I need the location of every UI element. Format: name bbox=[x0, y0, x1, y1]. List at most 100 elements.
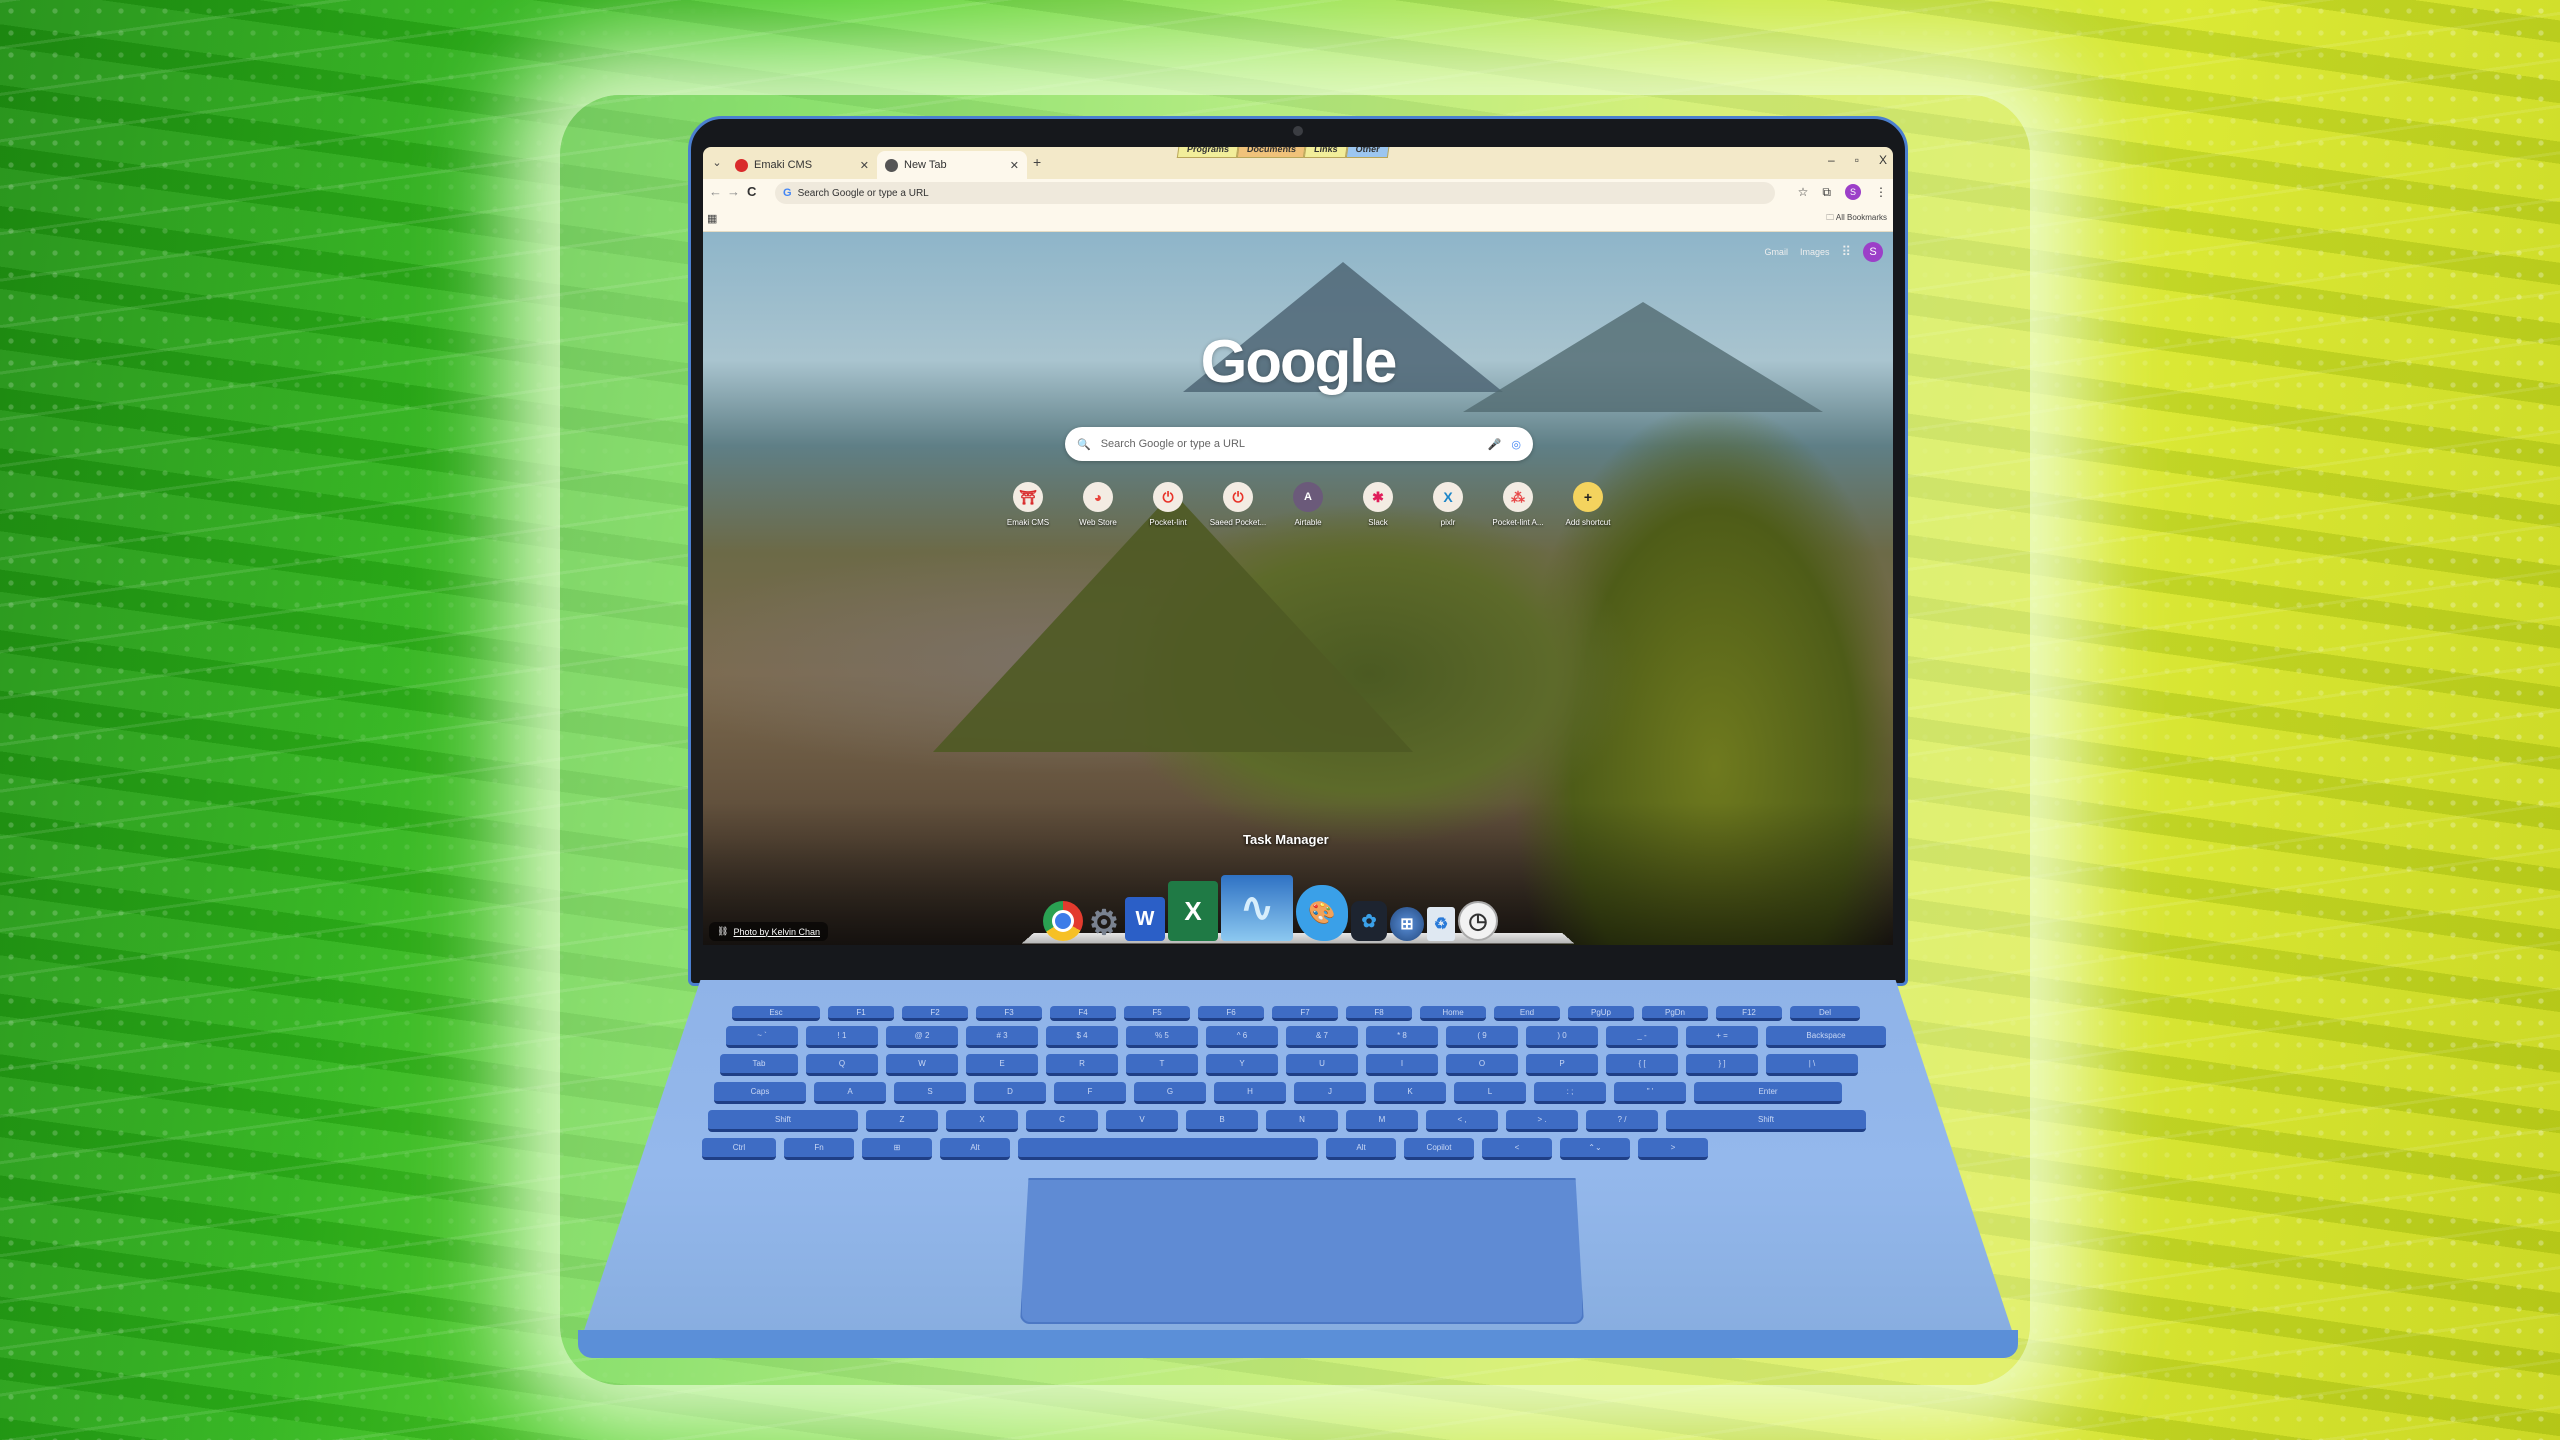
key[interactable]: Alt bbox=[940, 1138, 1010, 1160]
key[interactable]: PgDn bbox=[1642, 1006, 1708, 1021]
dock-clock-icon[interactable]: ◷ bbox=[1458, 901, 1498, 941]
key[interactable]: ⊞ bbox=[862, 1138, 932, 1160]
folder-tab-documents[interactable]: Documents bbox=[1236, 147, 1307, 158]
key[interactable] bbox=[1018, 1138, 1318, 1160]
dock-windows-icon[interactable]: ⊞ bbox=[1390, 907, 1424, 941]
shortcut-airtable[interactable]: A Airtable bbox=[1273, 482, 1343, 527]
close-tab-icon[interactable]: ✕ bbox=[860, 159, 869, 172]
key[interactable]: Z bbox=[866, 1110, 938, 1132]
gmail-link[interactable]: Gmail bbox=[1764, 247, 1788, 257]
account-avatar[interactable]: S bbox=[1863, 242, 1883, 262]
key[interactable]: Home bbox=[1420, 1006, 1486, 1021]
key[interactable]: Enter bbox=[1694, 1082, 1842, 1104]
profile-avatar[interactable]: S bbox=[1845, 184, 1861, 200]
shortcut-saeed-pocket[interactable]: ⏻ Saeed Pocket... bbox=[1203, 482, 1273, 527]
dock-paint-icon[interactable]: 🎨 bbox=[1296, 885, 1348, 941]
dock-chrome-icon[interactable] bbox=[1043, 901, 1083, 941]
key[interactable]: $ 4 bbox=[1046, 1026, 1118, 1048]
key[interactable]: E bbox=[966, 1054, 1038, 1076]
folder-tab-links[interactable]: Links bbox=[1303, 147, 1348, 158]
shortcut-web-store[interactable]: ◕ Web Store bbox=[1063, 482, 1133, 527]
dock-photo-editor-icon[interactable]: ✿ bbox=[1351, 901, 1387, 941]
back-button[interactable]: ← bbox=[709, 184, 722, 199]
tab-search-chevron-icon[interactable]: ⌄ bbox=[709, 155, 725, 171]
touchpad[interactable] bbox=[1020, 1178, 1584, 1324]
key[interactable]: < , bbox=[1426, 1110, 1498, 1132]
key[interactable]: Del bbox=[1790, 1006, 1860, 1021]
key[interactable]: S bbox=[894, 1082, 966, 1104]
key[interactable]: I bbox=[1366, 1054, 1438, 1076]
key[interactable]: N bbox=[1266, 1110, 1338, 1132]
key[interactable]: F7 bbox=[1272, 1006, 1338, 1021]
key[interactable]: ~ ` bbox=[726, 1026, 798, 1048]
key[interactable]: U bbox=[1286, 1054, 1358, 1076]
key[interactable]: G bbox=[1134, 1082, 1206, 1104]
key[interactable]: F5 bbox=[1124, 1006, 1190, 1021]
key[interactable]: V bbox=[1106, 1110, 1178, 1132]
minimize-button[interactable]: – bbox=[1828, 153, 1835, 167]
google-apps-icon[interactable]: ⠿ bbox=[1841, 244, 1851, 260]
reload-button[interactable]: C bbox=[747, 184, 756, 199]
key[interactable]: X bbox=[946, 1110, 1018, 1132]
close-tab-icon[interactable]: ✕ bbox=[1010, 159, 1019, 172]
shortcut-pocket-lint-a[interactable]: ⁂ Pocket-lint A... bbox=[1483, 482, 1553, 527]
address-bar[interactable]: G Search Google or type a URL bbox=[775, 182, 1775, 204]
key[interactable]: Q bbox=[806, 1054, 878, 1076]
key[interactable]: ⌃⌄ bbox=[1560, 1138, 1630, 1160]
folder-tab-other[interactable]: Other bbox=[1345, 147, 1390, 158]
key[interactable]: O bbox=[1446, 1054, 1518, 1076]
key[interactable]: Esc bbox=[732, 1006, 820, 1021]
key[interactable]: H bbox=[1214, 1082, 1286, 1104]
key[interactable]: ? / bbox=[1586, 1110, 1658, 1132]
key[interactable]: F1 bbox=[828, 1006, 894, 1021]
tab-new-tab[interactable]: New Tab ✕ bbox=[877, 151, 1027, 179]
extensions-icon[interactable]: ⧉ bbox=[1822, 185, 1831, 200]
key[interactable]: | \ bbox=[1766, 1054, 1858, 1076]
menu-icon[interactable]: ⋮ bbox=[1875, 185, 1887, 199]
key[interactable]: Copilot bbox=[1404, 1138, 1474, 1160]
key[interactable]: Y bbox=[1206, 1054, 1278, 1076]
key[interactable]: F4 bbox=[1050, 1006, 1116, 1021]
restore-button[interactable]: ▫ bbox=[1855, 153, 1859, 167]
add-shortcut-button[interactable]: + Add shortcut bbox=[1553, 482, 1623, 527]
voice-search-icon[interactable]: 🎤 bbox=[1488, 438, 1502, 451]
key[interactable]: ! 1 bbox=[806, 1026, 878, 1048]
key[interactable]: F6 bbox=[1198, 1006, 1264, 1021]
key[interactable]: C bbox=[1026, 1110, 1098, 1132]
tab-emaki-cms[interactable]: Emaki CMS ✕ bbox=[727, 151, 877, 179]
shortcut-pixlr[interactable]: X pixlr bbox=[1413, 482, 1483, 527]
key[interactable]: F12 bbox=[1716, 1006, 1782, 1021]
key[interactable]: K bbox=[1374, 1082, 1446, 1104]
key[interactable]: Backspace bbox=[1766, 1026, 1886, 1048]
images-link[interactable]: Images bbox=[1800, 247, 1830, 257]
key[interactable]: Fn bbox=[784, 1138, 854, 1160]
key[interactable]: F8 bbox=[1346, 1006, 1412, 1021]
key[interactable]: M bbox=[1346, 1110, 1418, 1132]
dock-word-icon[interactable]: W bbox=[1125, 897, 1165, 941]
key[interactable]: R bbox=[1046, 1054, 1118, 1076]
close-window-button[interactable]: X bbox=[1879, 153, 1887, 167]
key[interactable]: } ] bbox=[1686, 1054, 1758, 1076]
key[interactable]: P bbox=[1526, 1054, 1598, 1076]
key[interactable]: F2 bbox=[902, 1006, 968, 1021]
key[interactable]: F bbox=[1054, 1082, 1126, 1104]
dock-task-manager-icon[interactable]: ∿ bbox=[1221, 875, 1293, 941]
key[interactable]: Caps bbox=[714, 1082, 806, 1104]
dock-settings-icon[interactable]: ⚙ bbox=[1086, 904, 1122, 942]
shortcut-pocket-lint[interactable]: ⏻ Pocket-lint bbox=[1133, 482, 1203, 527]
key[interactable]: D bbox=[974, 1082, 1046, 1104]
key[interactable]: Shift bbox=[708, 1110, 858, 1132]
key[interactable]: + = bbox=[1686, 1026, 1758, 1048]
key[interactable]: ^ 6 bbox=[1206, 1026, 1278, 1048]
key[interactable]: ( 9 bbox=[1446, 1026, 1518, 1048]
key[interactable]: # 3 bbox=[966, 1026, 1038, 1048]
key[interactable]: & 7 bbox=[1286, 1026, 1358, 1048]
all-bookmarks-button[interactable]: 🗀 All Bookmarks bbox=[1826, 212, 1887, 226]
key[interactable]: @ 2 bbox=[886, 1026, 958, 1048]
key[interactable]: * 8 bbox=[1366, 1026, 1438, 1048]
star-icon[interactable]: ☆ bbox=[1798, 185, 1809, 199]
key[interactable]: > . bbox=[1506, 1110, 1578, 1132]
photo-credit-link[interactable]: Photo by Kelvin Chan bbox=[733, 927, 820, 937]
key[interactable]: > bbox=[1638, 1138, 1708, 1160]
key[interactable]: : ; bbox=[1534, 1082, 1606, 1104]
